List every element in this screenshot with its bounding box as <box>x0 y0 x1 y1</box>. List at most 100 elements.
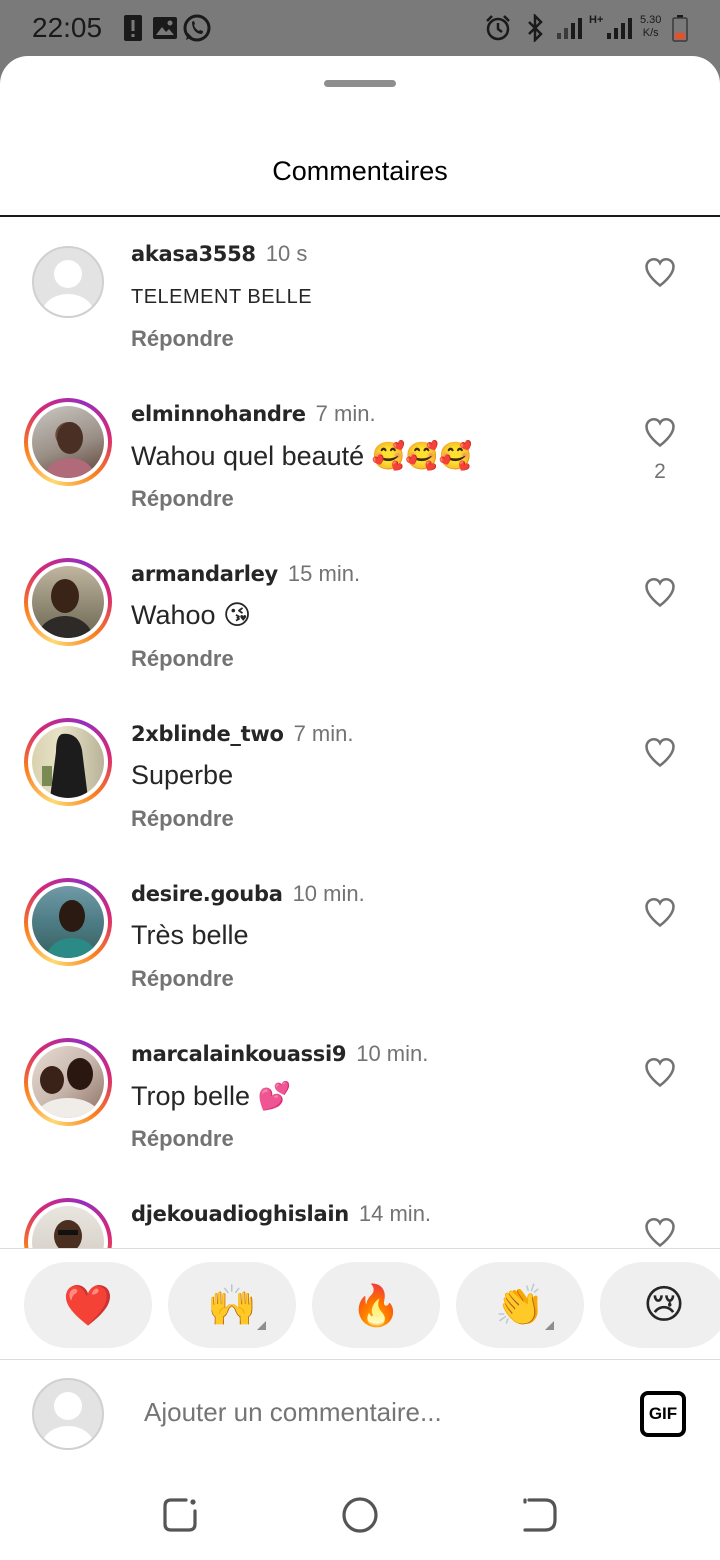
battery-icon <box>670 14 690 42</box>
avatar-photo <box>44 422 96 478</box>
crying-face-emoji-icon: 😢 <box>643 1283 685 1327</box>
comment-text: Très belle <box>131 920 249 950</box>
comment-text: Trop belle 💕 <box>131 1081 292 1111</box>
comment-input[interactable] <box>144 1397 604 1428</box>
like-heart-icon[interactable] <box>642 894 678 930</box>
avatar-inner <box>28 562 108 642</box>
comment-time: 7 min. <box>315 401 376 426</box>
variant-indicator-icon <box>257 1321 266 1330</box>
comment-header: marcalainkouassi9 10 min. <box>131 1040 428 1067</box>
fire-emoji-icon: 🔥 <box>351 1283 401 1328</box>
like-heart-icon[interactable] <box>642 254 678 290</box>
comment-header: djekouadioghislain 14 min. <box>131 1200 431 1227</box>
reaction-clapping-button[interactable]: 👏 <box>456 1262 584 1348</box>
comment-username[interactable]: djekouadioghislain <box>131 1202 349 1226</box>
avatar-inner <box>28 1202 108 1248</box>
avatar-story-ring[interactable] <box>24 558 112 646</box>
comment-item: djekouadioghislain 14 min. <box>0 1178 720 1248</box>
like-count: 2 <box>654 460 666 483</box>
comment-username[interactable]: desire.gouba <box>131 882 283 906</box>
network-type: H+ <box>589 14 604 26</box>
comment-item: marcalainkouassi9 10 min. Trop belle 💕 Ré… <box>0 1018 720 1178</box>
heart-emoji-icon: ❤️ <box>63 1283 113 1328</box>
network-speed-unit: K/s <box>642 27 659 39</box>
like-heart-icon[interactable] <box>642 734 678 770</box>
comment-time: 15 min. <box>287 561 361 586</box>
comment-composer: GIF <box>0 1361 720 1471</box>
default-avatar-icon <box>42 260 94 316</box>
comment-username[interactable]: akasa3558 <box>131 242 256 266</box>
avatar-story-ring[interactable] <box>24 1038 112 1126</box>
comment-time: 14 min. <box>358 1201 432 1226</box>
avatar-photo <box>34 1058 102 1118</box>
comment-username[interactable]: 2xblinde_two <box>131 722 284 746</box>
reaction-heart-button[interactable]: ❤️ <box>24 1262 152 1348</box>
reply-button[interactable]: Répondre <box>131 646 234 672</box>
comment-header: armandarley 15 min. <box>131 560 360 587</box>
comment-time: 10 min. <box>292 881 365 906</box>
avatar <box>32 886 104 958</box>
image-icon <box>152 14 178 42</box>
whatsapp-icon <box>182 14 212 42</box>
reaction-raising-hands-button[interactable]: 🙌 <box>168 1262 296 1348</box>
comments-list[interactable]: akasa3558 10 s TELEMENT BELLE Répondre el… <box>0 218 720 1248</box>
comment-time: 10 min. <box>356 1041 429 1066</box>
avatar <box>32 1206 104 1248</box>
reaction-crying-button[interactable]: 😢 <box>600 1262 720 1348</box>
comment-time: 7 min. <box>293 721 354 746</box>
avatar-story-ring[interactable] <box>24 718 112 806</box>
avatar[interactable] <box>32 246 104 318</box>
avatar-photo <box>54 1220 82 1248</box>
raising-hands-emoji-icon: 🙌 <box>207 1283 257 1328</box>
avatar-inner <box>28 882 108 962</box>
system-navigation-bar <box>0 1471 720 1560</box>
comment-text: Wahou quel beauté 🥰🥰🥰 <box>131 441 473 471</box>
comment-header: desire.gouba 10 min. <box>131 880 365 907</box>
comment-username[interactable]: elminnohandre <box>131 402 306 426</box>
avatar-story-ring[interactable] <box>24 878 112 966</box>
title-divider <box>0 215 720 217</box>
comment-text: Superbe <box>131 760 234 790</box>
reply-button[interactable]: Répondre <box>131 486 234 512</box>
comment-item: elminnohandre 7 min. Wahou quel beauté 🥰🥰… <box>0 378 720 538</box>
reply-button[interactable]: Répondre <box>131 966 234 992</box>
avatar-story-ring[interactable] <box>24 1198 112 1248</box>
comment-text: TELEMENT BELLE <box>131 286 313 308</box>
like-heart-icon[interactable] <box>642 414 678 450</box>
status-bar: 22:05 H+ 5.30 K/s <box>0 0 720 56</box>
comment-text: Wahoo 😘 <box>131 600 252 630</box>
like-heart-icon[interactable] <box>642 574 678 610</box>
avatar <box>32 726 104 798</box>
drag-handle[interactable] <box>324 80 396 87</box>
reply-button[interactable]: Répondre <box>131 326 234 352</box>
comment-header: 2xblinde_two 7 min. <box>131 720 354 747</box>
avatar-photo <box>46 900 98 958</box>
network-speed-value: 5.30 <box>640 14 662 26</box>
reply-button[interactable]: Répondre <box>131 806 234 832</box>
comments-sheet: Commentaires akasa3558 10 s TELEMENT BELL… <box>0 56 720 1560</box>
home-icon[interactable] <box>338 1493 382 1537</box>
comment-username[interactable]: armandarley <box>131 562 278 586</box>
signal-icon <box>556 14 586 42</box>
comment-time: 10 s <box>265 241 308 266</box>
quick-reactions-bar: ❤️ 🙌 🔥 👏 😢 <box>0 1248 720 1360</box>
avatar-story-ring[interactable] <box>24 398 112 486</box>
recent-apps-icon[interactable] <box>158 1493 202 1537</box>
alert-icon <box>122 14 144 42</box>
avatar-photo <box>42 733 88 798</box>
avatar <box>32 566 104 638</box>
like-heart-icon[interactable] <box>642 1214 678 1248</box>
gif-button[interactable]: GIF <box>640 1391 686 1437</box>
comment-item: desire.gouba 10 min. Très belle Répondre <box>0 858 720 1018</box>
comment-item: armandarley 15 min. Wahoo 😘 Répondre <box>0 538 720 698</box>
back-icon[interactable] <box>518 1493 562 1537</box>
alarm-icon <box>484 14 512 42</box>
reply-button[interactable]: Répondre <box>131 1126 234 1152</box>
status-time: 22:05 <box>32 12 103 43</box>
comment-username[interactable]: marcalainkouassi9 <box>131 1042 347 1066</box>
comment-header: akasa3558 10 s <box>131 240 307 267</box>
signal-icon-2 <box>606 14 636 42</box>
reaction-fire-button[interactable]: 🔥 <box>312 1262 440 1348</box>
like-heart-icon[interactable] <box>642 1054 678 1090</box>
bluetooth-icon <box>524 14 546 42</box>
